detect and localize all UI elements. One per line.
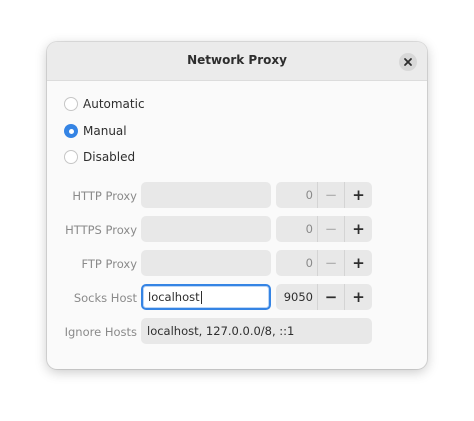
http-proxy-port-decrement-button[interactable]: − [318, 182, 345, 208]
radio-button[interactable] [64, 97, 78, 111]
radio-manual[interactable]: Manual [64, 122, 127, 140]
socks-host-port-value[interactable]: 9050 [276, 284, 318, 310]
ftp-proxy-port-increment-button[interactable]: + [345, 250, 372, 276]
socks-host-port-spinner: 9050 − + [276, 284, 372, 310]
socks-host-port-decrement-button[interactable]: − [318, 284, 345, 310]
http-proxy-port-increment-button[interactable]: + [345, 182, 372, 208]
ftp-proxy-host-input[interactable] [141, 250, 271, 276]
network-proxy-dialog: Network Proxy Automatic Manual Disabled … [47, 42, 427, 369]
https-proxy-port-increment-button[interactable]: + [345, 216, 372, 242]
radio-automatic-label: Automatic [83, 97, 145, 111]
http-proxy-port-value[interactable]: 0 [276, 182, 318, 208]
ignore-hosts-label: Ignore Hosts [64, 325, 137, 339]
ignore-hosts-input[interactable]: localhost, 127.0.0.0/8, ::1 [141, 318, 372, 344]
socks-host-input[interactable]: localhost [141, 284, 271, 310]
radio-button-checked[interactable] [64, 124, 78, 138]
text-caret [200, 291, 202, 304]
https-proxy-port-decrement-button[interactable]: − [318, 216, 345, 242]
radio-automatic[interactable]: Automatic [64, 95, 145, 113]
radio-manual-label: Manual [83, 124, 127, 138]
socks-host-input-text: localhost [148, 290, 200, 304]
ftp-proxy-port-spinner: 0 − + [276, 250, 372, 276]
socks-host-label: Socks Host [73, 291, 137, 305]
close-button[interactable] [399, 53, 417, 71]
http-proxy-host-input[interactable] [141, 182, 271, 208]
https-proxy-port-spinner: 0 − + [276, 216, 372, 242]
dialog-title: Network Proxy [187, 53, 287, 67]
http-proxy-label: HTTP Proxy [72, 189, 137, 203]
ftp-proxy-port-decrement-button[interactable]: − [318, 250, 345, 276]
http-proxy-port-spinner: 0 − + [276, 182, 372, 208]
https-proxy-port-value[interactable]: 0 [276, 216, 318, 242]
ftp-proxy-port-value[interactable]: 0 [276, 250, 318, 276]
https-proxy-host-input[interactable] [141, 216, 271, 242]
radio-button[interactable] [64, 150, 78, 164]
radio-disabled[interactable]: Disabled [64, 148, 135, 166]
socks-host-port-increment-button[interactable]: + [345, 284, 372, 310]
https-proxy-label: HTTPS Proxy [65, 223, 137, 237]
header-bar: Network Proxy [47, 42, 427, 81]
ftp-proxy-label: FTP Proxy [81, 257, 137, 271]
close-icon [404, 58, 412, 66]
radio-disabled-label: Disabled [83, 150, 136, 164]
